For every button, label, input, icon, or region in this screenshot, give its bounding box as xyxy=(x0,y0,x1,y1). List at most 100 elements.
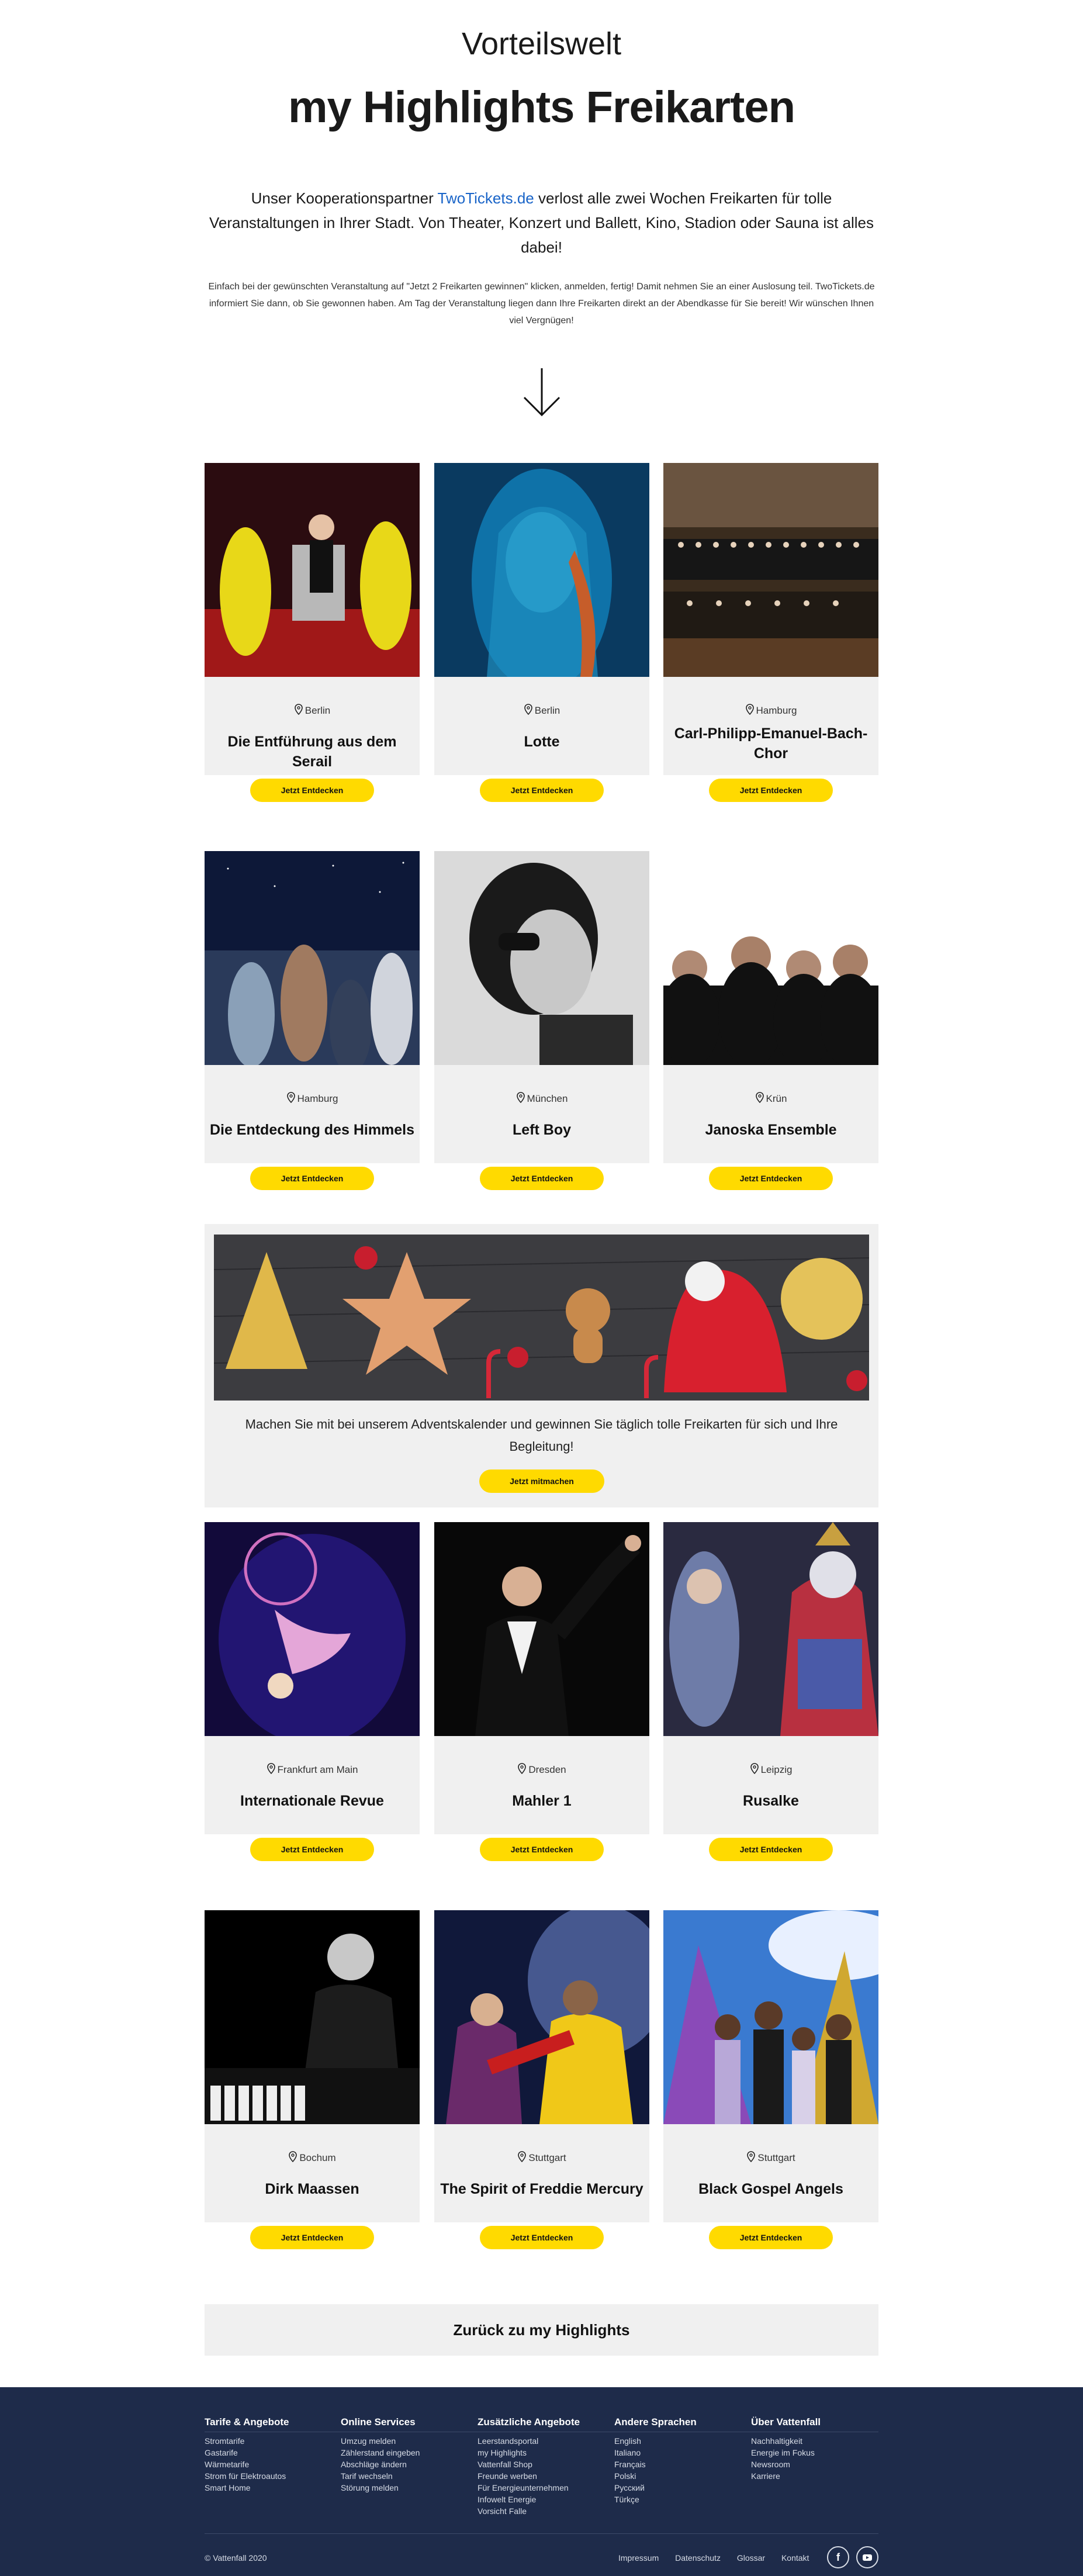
youtube-icon[interactable] xyxy=(856,2546,878,2568)
twotickets-link[interactable]: TwoTickets.de xyxy=(438,189,534,207)
footer-link[interactable]: English xyxy=(614,2435,743,2447)
footer-link[interactable]: Wärmetarife xyxy=(205,2459,333,2470)
discover-button[interactable]: Jetzt Entdecken xyxy=(709,2226,833,2249)
event-image[interactable] xyxy=(663,851,878,1065)
footer-link[interactable]: Vorsicht Falle xyxy=(478,2505,606,2517)
event-image[interactable] xyxy=(434,1522,649,1736)
footer-link[interactable]: Русский xyxy=(614,2482,743,2494)
footer-link[interactable]: Karriere xyxy=(751,2470,880,2482)
event-image[interactable] xyxy=(205,1522,420,1736)
event-title: Janoska Ensemble xyxy=(705,1122,837,1138)
event-city: Hamburg xyxy=(297,1093,338,1104)
event-title: Lotte xyxy=(524,734,560,750)
event-image[interactable] xyxy=(205,1910,420,2124)
glossary-link[interactable]: Glossar xyxy=(737,2553,765,2563)
impressum-link[interactable]: Impressum xyxy=(618,2553,659,2563)
footer-link[interactable]: Störung melden xyxy=(341,2482,469,2494)
event-city: München xyxy=(527,1093,568,1104)
discover-button[interactable]: Jetzt Entdecken xyxy=(709,1838,833,1861)
footer-link[interactable]: Zählerstand eingeben xyxy=(341,2447,469,2459)
event-image[interactable] xyxy=(663,1522,878,1736)
discover-button[interactable]: Jetzt Entdecken xyxy=(480,2226,604,2249)
discover-button[interactable]: Jetzt Entdecken xyxy=(480,779,604,802)
page-eyebrow: Vorteilswelt xyxy=(461,26,622,61)
discover-button[interactable]: Jetzt Entdecken xyxy=(250,2226,374,2249)
location-pin-icon xyxy=(747,2151,756,2163)
join-advent-button[interactable]: Jetzt mitmachen xyxy=(479,1469,604,1493)
footer-link[interactable]: my Highlights xyxy=(478,2447,606,2459)
location-pin-icon xyxy=(286,1092,295,1104)
event-image[interactable] xyxy=(663,1910,878,2124)
footer-link[interactable]: Infowelt Energie xyxy=(478,2494,606,2505)
footer-column-title: Andere Sprachen xyxy=(614,2416,697,2428)
arrow-down-icon xyxy=(523,368,560,417)
location-pin-icon xyxy=(524,704,532,715)
event-card: Hamburg Carl-Philipp-Emanuel-Bach-Chor J… xyxy=(663,463,878,802)
contact-link[interactable]: Kontakt xyxy=(781,2553,809,2563)
footer-column-online-services: Online Services Umzug melden Zählerstand… xyxy=(341,2416,469,2494)
discover-button[interactable]: Jetzt Entdecken xyxy=(250,1167,374,1190)
footer-link[interactable]: Tarif wechseln xyxy=(341,2470,469,2482)
event-card: Berlin Die Entführung aus dem Serail Jet… xyxy=(205,463,420,802)
footer-column-title: Tarife & Angebote xyxy=(205,2416,289,2428)
event-title: Black Gospel Angels xyxy=(698,2181,843,2197)
intro-text-start: Unser Kooperationspartner xyxy=(251,189,438,207)
location-pin-icon xyxy=(750,1763,759,1775)
event-card: Hamburg Die Entdeckung des Himmels Jetzt… xyxy=(205,851,420,1190)
footer-link[interactable]: Strom für Elektroautos xyxy=(205,2470,333,2482)
event-title: The Spirit of Freddie Mercury xyxy=(440,2181,643,2197)
event-card: Dresden Mahler 1 Jetzt Entdecken xyxy=(434,1522,649,1861)
footer-link[interactable]: Newsroom xyxy=(751,2459,880,2470)
discover-button[interactable]: Jetzt Entdecken xyxy=(480,1167,604,1190)
footer-link[interactable]: Nachhaltigkeit xyxy=(751,2435,880,2447)
event-title: Dirk Maassen xyxy=(265,2181,359,2197)
footer-link[interactable]: Leerstandsportal xyxy=(478,2435,606,2447)
footer-column-about: Über Vattenfall Nachhaltigkeit Energie i… xyxy=(751,2416,880,2482)
event-image[interactable] xyxy=(663,463,878,677)
discover-button[interactable]: Jetzt Entdecken xyxy=(480,1838,604,1861)
discover-button[interactable]: Jetzt Entdecken xyxy=(250,779,374,802)
page-title: my Highlights Freikarten xyxy=(288,82,795,132)
footer-column-title: Über Vattenfall xyxy=(751,2416,821,2428)
event-image[interactable] xyxy=(205,851,420,1065)
event-card: Bochum Dirk Maassen Jetzt Entdecken xyxy=(205,1910,420,2249)
footer-link[interactable]: Für Energieunternehmen xyxy=(478,2482,606,2494)
location-pin-icon xyxy=(289,2151,297,2163)
advent-text: Machen Sie mit bei unserem Adventskalend… xyxy=(245,1417,838,1454)
site-footer: Tarife & Angebote Stromtarife Gastarife … xyxy=(0,2387,1083,2576)
footer-link[interactable]: Italiano xyxy=(614,2447,743,2459)
footer-divider xyxy=(205,2533,878,2534)
discover-button[interactable]: Jetzt Entdecken xyxy=(709,779,833,802)
footer-link[interactable]: Smart Home xyxy=(205,2482,333,2494)
event-image[interactable] xyxy=(434,1910,649,2124)
event-card: Frankfurt am Main Internationale Revue J… xyxy=(205,1522,420,1861)
advent-banner-image[interactable] xyxy=(214,1235,869,1401)
footer-link[interactable]: Türkçe xyxy=(614,2494,743,2505)
event-city: Berlin xyxy=(534,705,560,716)
event-image[interactable] xyxy=(434,851,649,1065)
footer-link[interactable]: Abschläge ändern xyxy=(341,2459,469,2470)
privacy-link[interactable]: Datenschutz xyxy=(675,2553,721,2563)
footer-link[interactable]: Polski xyxy=(614,2470,743,2482)
event-image[interactable] xyxy=(205,463,420,677)
event-image[interactable] xyxy=(434,463,649,677)
footer-link[interactable]: Stromtarife xyxy=(205,2435,333,2447)
advent-calendar-teaser: Machen Sie mit bei unserem Adventskalend… xyxy=(205,1224,878,1507)
event-city: Stuttgart xyxy=(757,2152,795,2163)
footer-link[interactable]: Umzug melden xyxy=(341,2435,469,2447)
facebook-icon[interactable]: f xyxy=(827,2546,849,2568)
footer-link[interactable]: Français xyxy=(614,2459,743,2470)
discover-button[interactable]: Jetzt Entdecken xyxy=(250,1838,374,1861)
footer-link[interactable]: Vattenfall Shop xyxy=(478,2459,606,2470)
location-pin-icon xyxy=(518,1763,527,1775)
footer-link[interactable]: Gastarife xyxy=(205,2447,333,2459)
event-card: München Left Boy Jetzt Entdecken xyxy=(434,851,649,1190)
event-title: Internationale Revue xyxy=(240,1793,384,1809)
event-city: Krün xyxy=(766,1093,787,1104)
footer-link[interactable]: Energie im Fokus xyxy=(751,2447,880,2459)
back-to-highlights-button[interactable]: Zurück zu my Highlights xyxy=(205,2304,878,2356)
event-title: Carl-Philipp-Emanuel-Bach-Chor xyxy=(674,725,868,762)
footer-link[interactable]: Freunde werben xyxy=(478,2470,606,2482)
event-title: Mahler 1 xyxy=(512,1793,572,1809)
discover-button[interactable]: Jetzt Entdecken xyxy=(709,1167,833,1190)
